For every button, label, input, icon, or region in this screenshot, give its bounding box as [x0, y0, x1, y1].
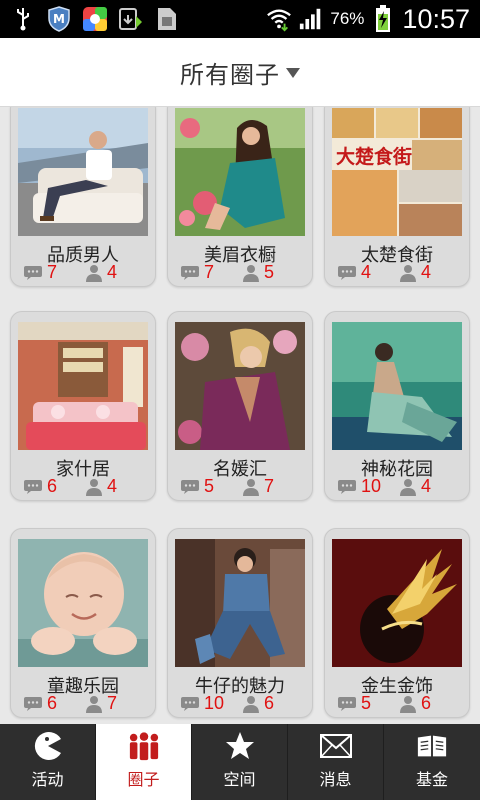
battery-percent: 76% — [330, 9, 365, 28]
tab-label: 消息 — [319, 770, 352, 789]
comment-icon — [24, 696, 42, 711]
wifi-icon — [266, 6, 292, 32]
comment-count: 7 — [23, 262, 57, 283]
shield-app-icon: M — [46, 6, 72, 32]
bottom-nav: 活动 圈子 空间 消息 基金 — [0, 724, 480, 800]
person-icon — [400, 264, 416, 282]
person-icon — [243, 264, 259, 282]
circle-grid: 品质男人 7 4 美眉衣橱 7 5 大楚食街 太楚食街 4 4 家什居 6 4 … — [0, 107, 480, 724]
tab-label: 基金 — [415, 770, 448, 789]
tab-label: 活动 — [31, 770, 64, 789]
comment-count: 5 — [180, 476, 214, 497]
food-image-text: 大楚食街 — [336, 145, 412, 168]
tab-label: 圈子 — [127, 770, 160, 789]
person-icon — [243, 478, 259, 496]
comment-count: 5 — [337, 693, 371, 714]
star-icon — [224, 731, 256, 761]
member-count: 6 — [399, 693, 431, 714]
circle-card[interactable]: 牛仔的魅力 10 6 — [167, 528, 313, 718]
circle-thumbnail — [175, 539, 305, 667]
pacman-icon — [32, 731, 64, 761]
member-count: 5 — [242, 262, 274, 283]
circle-thumbnail — [175, 322, 305, 450]
circle-filter-dropdown[interactable]: 所有圈子 — [180, 55, 300, 90]
member-count: 4 — [85, 476, 117, 497]
colorful-app-icon — [82, 6, 108, 32]
circle-card[interactable]: 名媛汇 5 7 — [167, 311, 313, 501]
circle-thumbnail: 大楚食街 — [332, 108, 462, 236]
person-icon — [86, 264, 102, 282]
sim-card-icon — [154, 6, 180, 32]
comment-count: 7 — [180, 262, 214, 283]
battery-charging-icon — [370, 5, 396, 32]
people-icon — [128, 731, 160, 761]
comment-count: 4 — [337, 262, 371, 283]
person-icon — [400, 478, 416, 496]
circle-card[interactable]: 神秘花园 10 4 — [324, 311, 470, 501]
person-icon — [86, 695, 102, 713]
tab-fund[interactable]: 基金 — [384, 724, 480, 800]
comment-icon — [338, 696, 356, 711]
comment-count: 6 — [23, 693, 57, 714]
circle-thumbnail — [175, 108, 305, 236]
tab-label: 空间 — [223, 770, 256, 789]
clock: 10:57 — [402, 3, 470, 34]
member-count: 4 — [85, 262, 117, 283]
download-icon — [118, 6, 144, 32]
comment-icon — [338, 479, 356, 494]
member-count: 7 — [242, 476, 274, 497]
book-icon — [416, 731, 448, 761]
circle-thumbnail — [332, 539, 462, 667]
comment-count: 10 — [337, 476, 381, 497]
svg-text:M: M — [53, 12, 65, 26]
tab-circles[interactable]: 圈子 — [96, 724, 192, 800]
member-count: 6 — [242, 693, 274, 714]
usb-icon — [10, 6, 36, 32]
member-count: 4 — [399, 262, 431, 283]
member-count: 4 — [399, 476, 431, 497]
comment-icon — [181, 696, 199, 711]
circle-thumbnail — [18, 108, 148, 236]
header-bar: 所有圈子 — [0, 38, 480, 107]
circle-card[interactable]: 美眉衣橱 7 5 — [167, 107, 313, 287]
comment-icon — [24, 265, 42, 280]
comment-icon — [181, 265, 199, 280]
circle-card[interactable]: 金生金饰 5 6 — [324, 528, 470, 718]
circle-thumbnail — [18, 322, 148, 450]
dropdown-arrow-icon — [286, 68, 300, 78]
comment-icon — [181, 479, 199, 494]
comment-count: 6 — [23, 476, 57, 497]
tab-messages[interactable]: 消息 — [288, 724, 384, 800]
circle-card[interactable]: 童趣乐园 6 7 — [10, 528, 156, 718]
envelope-icon — [319, 731, 352, 761]
circle-thumbnail — [332, 322, 462, 450]
comment-icon — [24, 479, 42, 494]
signal-icon — [298, 6, 324, 32]
circle-thumbnail — [18, 539, 148, 667]
comment-icon — [338, 265, 356, 280]
person-icon — [243, 695, 259, 713]
page-title: 所有圈子 — [180, 60, 280, 89]
circle-card[interactable]: 品质男人 7 4 — [10, 107, 156, 287]
circle-card[interactable]: 家什居 6 4 — [10, 311, 156, 501]
person-icon — [86, 478, 102, 496]
tab-space[interactable]: 空间 — [192, 724, 288, 800]
circle-card[interactable]: 大楚食街 太楚食街 4 4 — [324, 107, 470, 287]
member-count: 7 — [85, 693, 117, 714]
comment-count: 10 — [180, 693, 224, 714]
person-icon — [400, 695, 416, 713]
tab-activity[interactable]: 活动 — [0, 724, 96, 800]
status-bar: M 76% 10:57 — [0, 0, 480, 38]
